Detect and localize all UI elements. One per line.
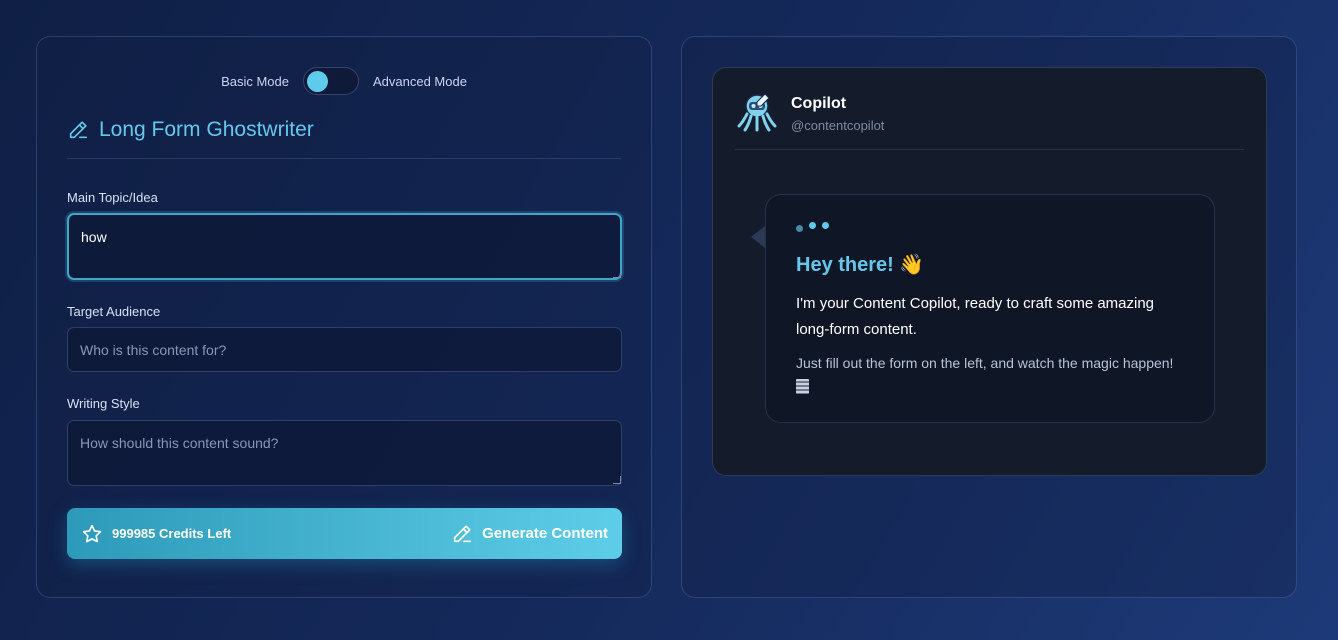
page-title: Long Form Ghostwriter xyxy=(99,117,314,141)
generate-content-button[interactable]: Generate Content xyxy=(451,523,608,545)
advanced-mode-label[interactable]: Advanced Mode xyxy=(373,74,467,89)
pencil-icon xyxy=(453,524,472,542)
pencil-icon xyxy=(69,120,88,138)
greeting-text: Hey there! 👋 xyxy=(796,254,925,276)
topic-input[interactable] xyxy=(67,213,622,280)
toggle-knob xyxy=(306,71,328,92)
mode-toggle-row: Basic Mode Advanced Mode xyxy=(37,67,651,95)
profile-header: Copilot @contentcopilot xyxy=(735,90,1244,150)
audience-label: Target Audience xyxy=(67,304,161,319)
subtext: Just fill out the form on the left, and … xyxy=(796,351,1184,399)
form-header: Long Form Ghostwriter xyxy=(67,117,621,159)
notepad-icon xyxy=(796,379,809,394)
subtext-content: Just fill out the form on the left, and … xyxy=(796,355,1174,371)
preview-panel: Copilot @contentcopilot Hey there! 👋 I'm… xyxy=(681,36,1297,598)
profile-text: Copilot @contentcopilot xyxy=(791,90,884,133)
credits-text: 999985 Credits Left xyxy=(112,526,232,541)
message-text: I'm your Content Copilot, ready to craft… xyxy=(796,295,1155,338)
audience-input[interactable] xyxy=(67,327,622,372)
message-bubble: Hey there! 👋 I'm your Content Copilot, r… xyxy=(765,194,1215,423)
basic-mode-label[interactable]: Basic Mode xyxy=(221,74,289,89)
profile-handle: @contentcopilot xyxy=(791,118,885,133)
chat-card: Copilot @contentcopilot Hey there! 👋 I'm… xyxy=(712,67,1267,476)
style-label: Writing Style xyxy=(67,396,140,411)
style-input[interactable] xyxy=(67,420,622,486)
typing-dots xyxy=(796,219,1184,232)
resize-handle[interactable] xyxy=(613,476,621,484)
profile-name: Copilot xyxy=(791,95,847,112)
generate-bar: 999985 Credits Left Generate Content xyxy=(67,508,622,559)
mode-toggle-switch[interactable] xyxy=(302,67,359,95)
octopus-robot-avatar xyxy=(737,93,777,132)
credits-display: 999985 Credits Left xyxy=(81,523,231,545)
form-panel: Basic Mode Advanced Mode Long Form Ghost… xyxy=(36,36,652,598)
generate-button-label: Generate Content xyxy=(482,525,608,542)
bubble-tail xyxy=(751,226,765,248)
resize-handle[interactable] xyxy=(613,270,621,278)
topic-label: Main Topic/Idea xyxy=(67,190,158,205)
star-icon xyxy=(82,524,102,542)
